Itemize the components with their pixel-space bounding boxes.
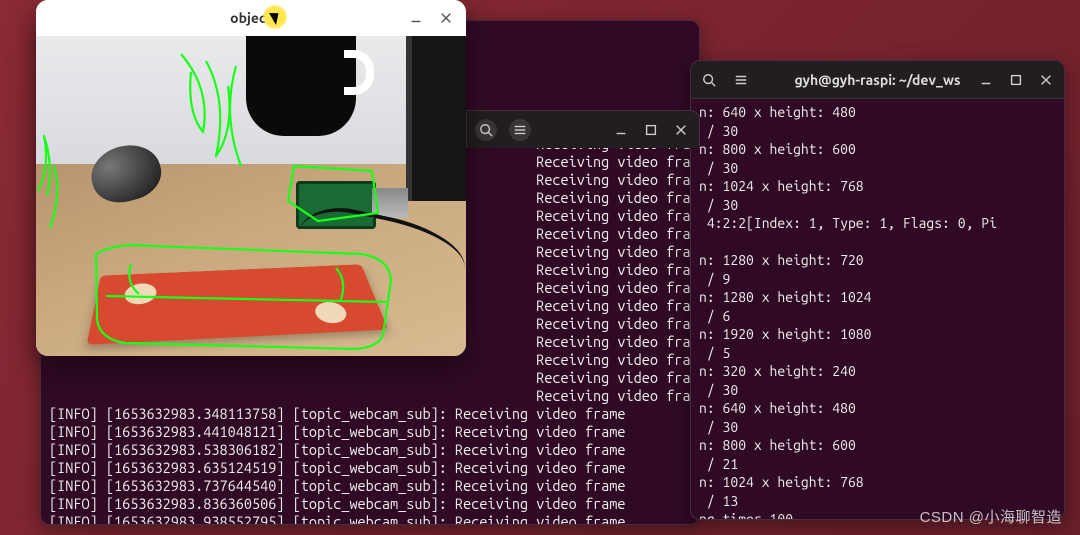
minimize-button[interactable] [976,70,996,90]
terminal-right-title: gyh@gyh-raspi: ~/dev_ws [794,72,960,88]
camera-frame [36,36,466,356]
minimize-button[interactable] [611,120,631,140]
opencv-titlebar[interactable]: object [36,0,466,36]
hamburger-menu-icon[interactable] [731,70,751,90]
maximize-button[interactable] [1006,70,1026,90]
terminal-right: gyh@gyh-raspi: ~/dev_ws n: 640 x height:… [690,60,1065,520]
close-button[interactable] [436,8,456,28]
search-icon[interactable] [475,119,497,141]
search-icon[interactable] [699,70,719,90]
terminal-left-titlebar[interactable] [466,110,700,148]
terminal-right-output: n: 640 x height: 480 / 30 n: 800 x heigh… [691,99,1064,520]
close-button[interactable] [1036,70,1056,90]
minimize-button[interactable] [406,8,426,28]
terminal-right-titlebar[interactable]: gyh@gyh-raspi: ~/dev_ws [691,61,1064,99]
opencv-window: object [36,0,466,356]
close-button[interactable] [671,120,691,140]
opencv-window-title: object [230,10,272,26]
maximize-button[interactable] [641,120,661,140]
hamburger-menu-icon[interactable] [509,119,531,141]
detection-contours [36,36,466,356]
watermark: CSDN @小海聊智造 [920,506,1062,527]
